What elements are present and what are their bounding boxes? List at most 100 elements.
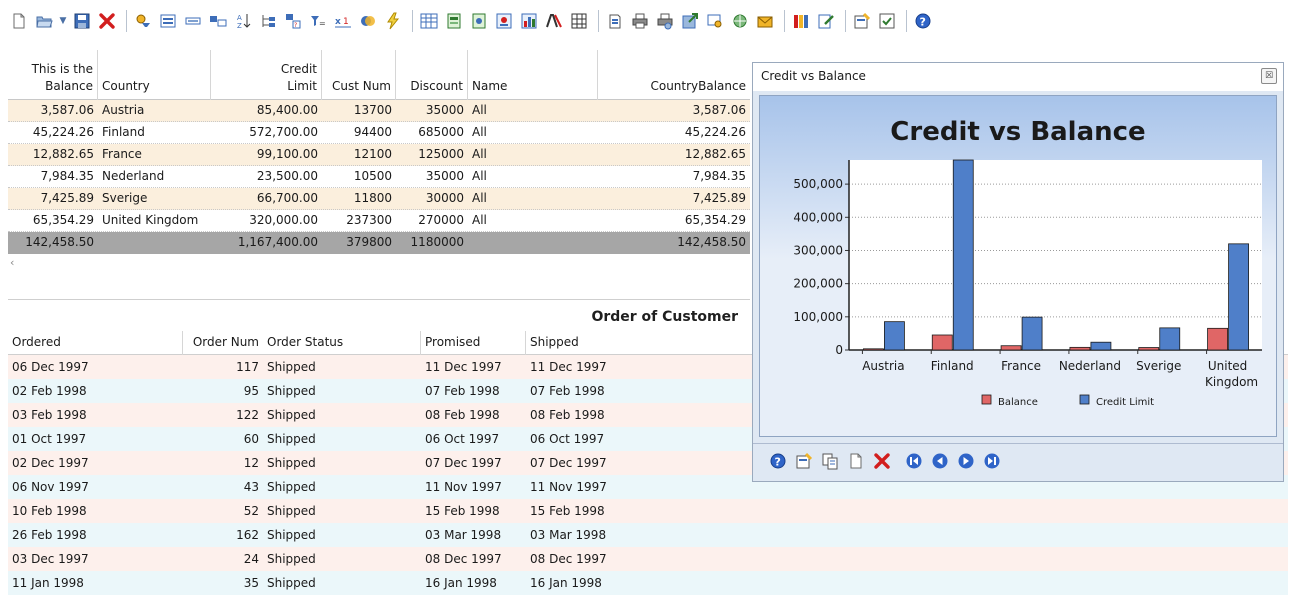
cell-cbal[interactable]: 7,984.35	[598, 166, 750, 188]
cell-credit[interactable]: 320,000.00	[211, 210, 322, 232]
cell-name[interactable]: All	[468, 188, 598, 210]
export-button[interactable]	[679, 10, 701, 32]
cell-ordered[interactable]: 01 Oct 1997	[8, 427, 183, 451]
cell-num[interactable]: 52	[183, 499, 263, 523]
cell-discount[interactable]: 270000	[396, 210, 468, 232]
table-row[interactable]: 11 Jan 1998 35 Shipped 16 Jan 1998 16 Jan 19…	[8, 571, 1288, 595]
cell-discount[interactable]: 1180000	[396, 232, 468, 254]
table-row[interactable]: 7,984.35 Nederland 23,500.00 10500 35000 All 7…	[8, 166, 750, 188]
save-button[interactable]	[71, 10, 93, 32]
join-button[interactable]	[357, 10, 379, 32]
cell-num[interactable]: 35	[183, 571, 263, 595]
cell-discount[interactable]: 685000	[396, 122, 468, 144]
cell-cbal[interactable]: 45,224.26	[598, 122, 750, 144]
cell-shipped[interactable]: 06 Oct 1997	[526, 427, 750, 451]
column-header-name[interactable]: Name	[468, 50, 598, 100]
cell-ordered[interactable]: 06 Nov 1997	[8, 475, 183, 499]
cell-shipped[interactable]: 03 Mar 1998	[526, 523, 750, 547]
previous-record-button[interactable]	[929, 452, 951, 474]
edit-book-button[interactable]	[815, 10, 837, 32]
cell-ordered[interactable]: 26 Feb 1998	[8, 523, 183, 547]
formula-button[interactable]: x1	[332, 10, 354, 32]
table-row[interactable]: 3,587.06 Austria 85,400.00 13700 35000 All 3,5…	[8, 100, 750, 122]
filter-button[interactable]	[132, 10, 154, 32]
table-row[interactable]: 7,425.89 Sverige 66,700.00 11800 30000 All 7,4…	[8, 188, 750, 210]
cell-ordered[interactable]: 02 Feb 1998	[8, 379, 183, 403]
cell-balance[interactable]: 65,354.29	[8, 210, 98, 232]
matrix-button[interactable]	[568, 10, 590, 32]
tree-button[interactable]	[257, 10, 279, 32]
mail-button[interactable]	[754, 10, 776, 32]
preview-button[interactable]	[704, 10, 726, 32]
checklist-button[interactable]	[876, 10, 898, 32]
table-row[interactable]: 12,882.65 France 99,100.00 12100 125000 All 12…	[8, 144, 750, 166]
cell-promised[interactable]: 03 Mar 1998	[421, 523, 526, 547]
cell-num[interactable]: 60	[183, 427, 263, 451]
cell-num[interactable]: 12	[183, 451, 263, 475]
cell-discount[interactable]: 35000	[396, 166, 468, 188]
cell-country[interactable]: Austria	[98, 100, 211, 122]
cell-num[interactable]: 24	[183, 547, 263, 571]
cell-credit[interactable]: 572,700.00	[211, 122, 322, 144]
close-icon[interactable]: ☒	[1261, 68, 1277, 84]
column-header-promised[interactable]: Promised	[421, 331, 526, 355]
where-button[interactable]: =	[307, 10, 329, 32]
column-header-order-status[interactable]: Order Status	[263, 331, 421, 355]
cell-status[interactable]: Shipped	[263, 571, 421, 595]
column-header-credit-limit[interactable]: Credit Limit	[211, 50, 322, 100]
cell-name[interactable]: All	[468, 122, 598, 144]
cell-name[interactable]: All	[468, 166, 598, 188]
cell-ordered[interactable]: 02 Dec 1997	[8, 451, 183, 475]
print-button[interactable]	[629, 10, 651, 32]
cell-num[interactable]: 162	[183, 523, 263, 547]
cell-shipped[interactable]: 16 Jan 1998	[526, 571, 750, 595]
column-header-cust-num[interactable]: Cust Num	[322, 50, 396, 100]
cell-discount[interactable]: 30000	[396, 188, 468, 210]
cell-shipped[interactable]: 07 Dec 1997	[526, 451, 750, 475]
lookup-button[interactable]: ?	[282, 10, 304, 32]
cell-name[interactable]: All	[468, 144, 598, 166]
properties-button[interactable]	[793, 452, 815, 474]
report-wizard-button[interactable]	[468, 10, 490, 32]
help-button[interactable]: ?	[912, 10, 934, 32]
open-folder-button[interactable]	[33, 10, 55, 32]
table-row[interactable]: 10 Feb 1998 52 Shipped 15 Feb 1998 15 Feb 19…	[8, 499, 1288, 523]
form-view-button[interactable]	[157, 10, 179, 32]
cell-country[interactable]: Sverige	[98, 188, 211, 210]
column-header-order-num[interactable]: Order Num	[183, 331, 263, 355]
column-header-ordered[interactable]: Ordered	[8, 331, 183, 355]
cell-credit[interactable]: 85,400.00	[211, 100, 322, 122]
cell-ordered[interactable]: 03 Feb 1998	[8, 403, 183, 427]
column-header-shipped[interactable]: Shipped	[526, 331, 750, 355]
cell-cbal[interactable]: 7,425.89	[598, 188, 750, 210]
cell-cbal[interactable]: 142,458.50	[598, 232, 750, 254]
cell-promised[interactable]: 08 Feb 1998	[421, 403, 526, 427]
cell-promised[interactable]: 08 Dec 1997	[421, 547, 526, 571]
cell-credit[interactable]: 1,167,400.00	[211, 232, 322, 254]
cell-promised[interactable]: 07 Dec 1997	[421, 451, 526, 475]
cell-promised[interactable]: 11 Dec 1997	[421, 355, 526, 379]
cell-status[interactable]: Shipped	[263, 403, 421, 427]
horizontal-scrollbar[interactable]: ‹	[8, 254, 750, 272]
cell-discount[interactable]: 35000	[396, 100, 468, 122]
cell-status[interactable]: Shipped	[263, 451, 421, 475]
cell-balance[interactable]: 12,882.65	[8, 144, 98, 166]
cell-ordered[interactable]: 11 Jan 1998	[8, 571, 183, 595]
cell-num[interactable]: 43	[183, 475, 263, 499]
cell-num[interactable]: 122	[183, 403, 263, 427]
column-header-balance[interactable]: This is the Balance	[8, 50, 98, 100]
cell-shipped[interactable]: 07 Feb 1998	[526, 379, 750, 403]
cell-balance[interactable]: 3,587.06	[8, 100, 98, 122]
cell-country[interactable]: France	[98, 144, 211, 166]
report-button[interactable]	[443, 10, 465, 32]
cell-shipped[interactable]: 08 Dec 1997	[526, 547, 750, 571]
chart-window-titlebar[interactable]: Credit vs Balance ☒	[753, 63, 1283, 91]
field-group-button[interactable]	[207, 10, 229, 32]
cell-promised[interactable]: 11 Nov 1997	[421, 475, 526, 499]
print-setup-button[interactable]	[604, 10, 626, 32]
cell-promised[interactable]: 16 Jan 1998	[421, 571, 526, 595]
column-header-country[interactable]: Country	[98, 50, 211, 100]
last-record-button[interactable]	[981, 452, 1003, 474]
field-button[interactable]	[182, 10, 204, 32]
cell-cbal[interactable]: 12,882.65	[598, 144, 750, 166]
